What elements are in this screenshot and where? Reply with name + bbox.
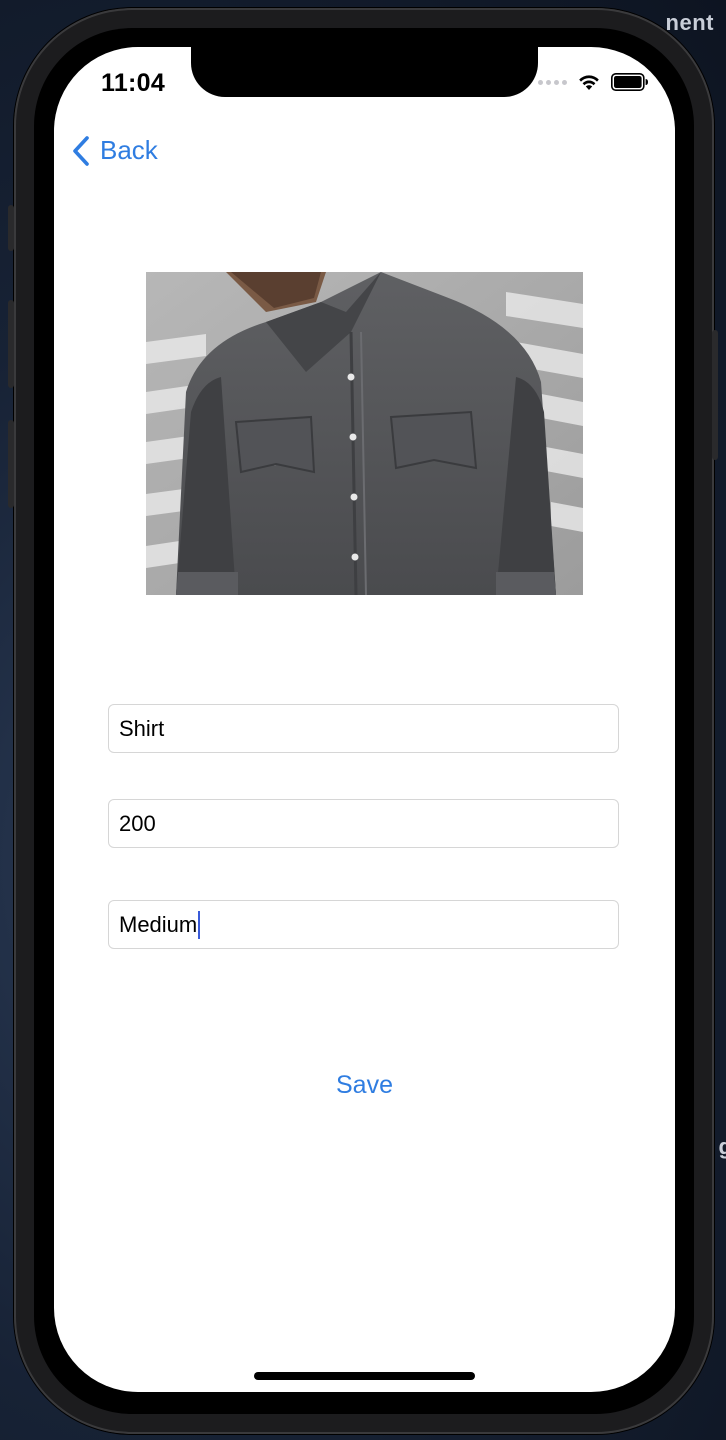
text-cursor (198, 910, 201, 939)
product-size-value: Medium (119, 911, 198, 937)
product-image (146, 272, 583, 595)
desktop-window-title-fragment: nent (665, 10, 714, 35)
volume-down-button (8, 420, 14, 508)
back-button-label: Back (100, 135, 158, 165)
save-button[interactable]: Save (54, 1071, 675, 1100)
status-icons (538, 73, 649, 91)
wifi-icon (579, 75, 599, 90)
back-button[interactable]: Back (72, 135, 158, 166)
product-price-value: 200 (119, 810, 156, 836)
status-time: 11:04 (101, 69, 166, 97)
volume-up-button (8, 300, 14, 388)
device-screen: 11:04 Back Shirt 200 Medium Save (54, 47, 675, 1392)
denim-shirt-photo (146, 272, 583, 595)
product-price-field[interactable]: 200 (108, 799, 619, 848)
mute-switch (8, 205, 14, 251)
chevron-left-icon (73, 135, 89, 166)
signal-dots-icon (538, 79, 567, 85)
product-size-field[interactable]: Medium (108, 900, 619, 949)
desktop-text-fragment: g (718, 1134, 726, 1159)
battery-icon (611, 73, 648, 91)
product-name-value: Shirt (119, 715, 165, 741)
power-button (712, 330, 718, 460)
home-indicator[interactable] (254, 1372, 475, 1380)
notch (191, 47, 538, 97)
product-name-field[interactable]: Shirt (108, 704, 619, 753)
